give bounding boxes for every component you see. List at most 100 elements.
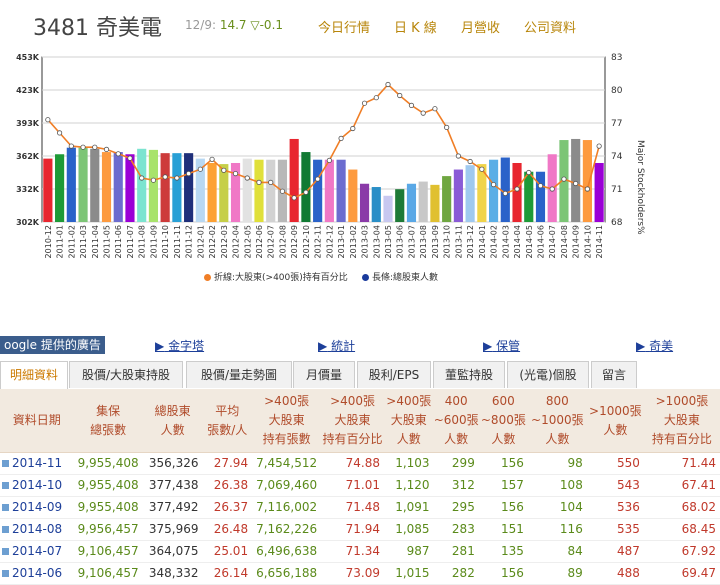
column-header-line: 400 xyxy=(444,394,468,408)
data-cell: 68.02 xyxy=(643,496,720,519)
ad-link-pyramid[interactable]: ▶ 金字塔 xyxy=(155,337,204,354)
date-cell[interactable]: 2014-08 xyxy=(0,518,74,541)
column-header-line: 800 xyxy=(545,394,569,408)
quote-price: 14.7 xyxy=(219,18,247,32)
data-cell: 26.37 xyxy=(202,496,253,519)
ad-link-chimei[interactable]: ▶ 奇美 xyxy=(636,337,673,354)
triangle-right-icon: ▶ xyxy=(636,339,646,353)
left-tick-label: 332K xyxy=(16,185,40,194)
x-tick-label: 2013-11 xyxy=(454,225,463,258)
data-cell: 108 xyxy=(527,474,587,497)
bar xyxy=(148,149,159,222)
legend-line: 折線:大股東(>400張)持有百分比 xyxy=(204,270,348,283)
data-cell: 1,091 xyxy=(383,496,434,519)
tab-dividend-eps[interactable]: 股利/EPS xyxy=(357,361,431,388)
x-tick-label: 2011-08 xyxy=(138,225,147,258)
data-cell: 356,326 xyxy=(142,452,203,475)
line-point xyxy=(256,179,262,185)
tab-monthly-price-volume[interactable]: 月價量 xyxy=(293,361,355,388)
left-tick-label: 302K xyxy=(16,218,40,227)
x-tick-label: 2013-01 xyxy=(337,225,346,258)
x-tick-label: 2014-04 xyxy=(513,225,522,258)
line-point xyxy=(573,180,579,187)
bar xyxy=(535,171,546,222)
data-cell: 7,162,226 xyxy=(252,518,322,541)
ad-link-stats[interactable]: ▶ 統計 xyxy=(318,337,355,354)
table-row: 2014-07 9,106,457 364,075 25.01 6,496,638 71.… xyxy=(0,540,720,563)
line-point xyxy=(455,153,461,159)
bar xyxy=(359,183,370,222)
data-cell: 89 xyxy=(527,562,587,585)
nav-company-info[interactable]: 公司資料 xyxy=(524,17,576,36)
line-point xyxy=(502,190,508,196)
x-tick-label: 2013-09 xyxy=(431,225,440,258)
data-cell: 377,438 xyxy=(142,474,203,497)
line-point xyxy=(115,151,121,157)
tab-messages[interactable]: 留言 xyxy=(591,361,637,388)
data-cell: 67.41 xyxy=(643,474,720,497)
legend-bar-label: 長條:總股東人數 xyxy=(372,273,439,283)
line-point xyxy=(80,144,86,150)
line-point xyxy=(326,157,332,164)
bar xyxy=(488,159,499,222)
x-tick-label: 2014-10 xyxy=(583,225,592,258)
x-tick-label: 2012-05 xyxy=(243,225,252,258)
date-cell[interactable]: 2014-06 xyxy=(0,562,74,585)
column-header-line: 人數 xyxy=(491,432,516,446)
column-header-line: 大股東 xyxy=(663,413,700,427)
nav-monthly-revenue[interactable]: 月營收 xyxy=(461,17,500,36)
date-cell[interactable]: 2014-07 xyxy=(0,540,74,563)
right-tick-label: 74 xyxy=(611,152,623,162)
data-cell: 488 xyxy=(586,562,644,585)
data-cell: 25.01 xyxy=(202,540,253,563)
tab-price-volume-chart[interactable]: 股價/量走勢圖 xyxy=(186,361,292,388)
date-text: 2014-07 xyxy=(12,544,63,558)
data-cell: 156 xyxy=(478,496,528,519)
nav-daily-k[interactable]: 日 K 線 xyxy=(394,17,437,36)
date-cell[interactable]: 2014-11 xyxy=(0,452,74,475)
google-ads-label[interactable]: oogle 提供的廣告 xyxy=(0,336,105,354)
right-tick-label: 68 xyxy=(611,218,623,228)
tab-optoelectronics-stocks[interactable]: (光電)個股 xyxy=(507,361,589,388)
data-cell: 364,075 xyxy=(142,540,203,563)
line-point xyxy=(526,169,532,176)
column-header-line: 持有百分比 xyxy=(651,432,712,446)
tab-details[interactable]: 明細資料 xyxy=(0,361,68,389)
x-tick-label: 2010-12 xyxy=(44,225,53,258)
x-tick-label: 2012-12 xyxy=(325,225,334,258)
data-cell: 26.14 xyxy=(202,562,253,585)
column-header: >400張 大股東 持有張數 xyxy=(252,389,322,453)
right-axis-title: Major Stockholders% xyxy=(635,140,645,235)
ad-link-stats-label: 統計 xyxy=(331,339,356,353)
holdings-table: 資料日期 集保 總張數 總股東 人數 平均 張數/人 >400張 大股東 持有張數 >400張 大股東… xyxy=(0,389,720,585)
tab-price-major-holders[interactable]: 股價/大股東持股 xyxy=(69,361,183,388)
x-tick-label: 2013-07 xyxy=(407,225,416,258)
column-header-line: 張數/人 xyxy=(207,422,248,437)
date-cell[interactable]: 2014-09 xyxy=(0,496,74,519)
column-header-line: 集保 xyxy=(96,403,121,418)
column-header-line: 大股東 xyxy=(268,413,305,427)
data-cell: 9,956,457 xyxy=(73,518,143,541)
column-header-line: >1000張 xyxy=(655,394,709,408)
legend-line-dot xyxy=(204,274,211,281)
right-tick-label: 77 xyxy=(611,119,622,129)
stockholder-chart: 453K 423K 393K 362K 332K 302K 83 80 77 74 71 68 20… xyxy=(0,50,660,290)
left-axis-ticks: 453K 423K 393K 362K 332K 302K xyxy=(16,53,40,227)
ad-link-custody[interactable]: ▶ 保管 xyxy=(483,337,520,354)
line-point xyxy=(174,175,180,181)
triangle-right-icon: ▶ xyxy=(483,339,493,353)
data-cell: 1,120 xyxy=(383,474,434,497)
column-header-line: 人數 xyxy=(444,432,469,446)
nav-today-quote[interactable]: 今日行情 xyxy=(318,17,370,36)
quote-line: 12/9: 14.7 ▽-0.1 xyxy=(185,18,283,32)
date-cell[interactable]: 2014-10 xyxy=(0,474,74,497)
line-point xyxy=(209,156,215,162)
quote-date: 12/9: xyxy=(185,18,216,32)
data-cell: 6,656,188 xyxy=(252,562,322,585)
column-header-line: 總張數 xyxy=(90,422,127,437)
line-point xyxy=(127,155,133,161)
tab-director-holdings[interactable]: 董監持股 xyxy=(433,361,505,388)
line-point xyxy=(162,174,168,180)
data-cell: 1,103 xyxy=(383,452,434,475)
bar xyxy=(78,147,88,222)
